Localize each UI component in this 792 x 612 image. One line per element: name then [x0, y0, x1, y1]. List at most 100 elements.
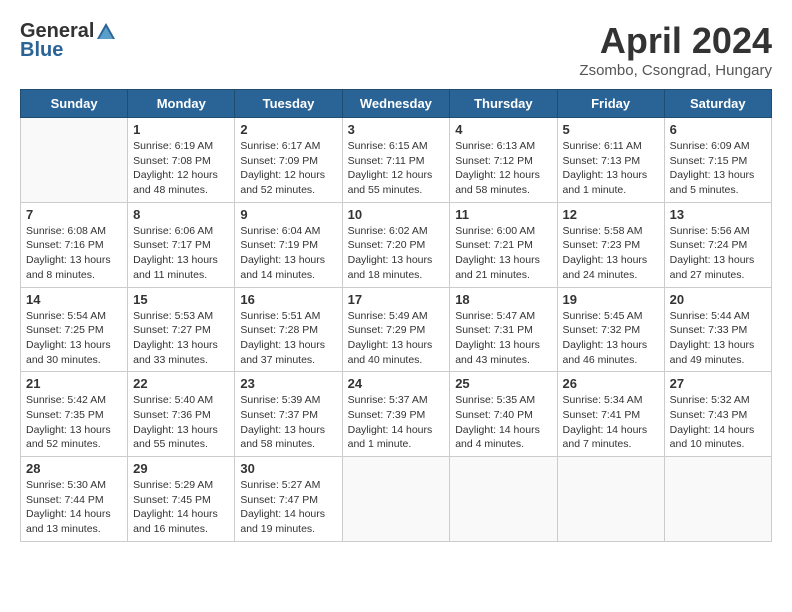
day-info: Sunrise: 5:51 AMSunset: 7:28 PMDaylight:… [240, 309, 336, 368]
day-of-week-header: Tuesday [235, 90, 342, 118]
calendar-cell: 4Sunrise: 6:13 AMSunset: 7:12 PMDaylight… [450, 118, 557, 203]
month-title: April 2024 [579, 20, 772, 62]
day-number: 18 [455, 292, 551, 307]
calendar-cell [664, 457, 771, 542]
calendar-cell: 9 Sunrise: 6:04 AMSunset: 7:19 PMDaylight… [235, 202, 342, 287]
day-number: 6 [670, 122, 766, 137]
day-number: 22 [133, 376, 229, 391]
day-of-week-header: Wednesday [342, 90, 450, 118]
day-info: Sunrise: 6:02 AMSunset: 7:20 PMDaylight:… [348, 224, 445, 283]
calendar-cell: 16 Sunrise: 5:51 AMSunset: 7:28 PMDayligh… [235, 287, 342, 372]
day-info: Sunrise: 5:39 AMSunset: 7:37 PMDaylight:… [240, 393, 336, 452]
logo: General Blue [20, 20, 118, 62]
calendar-week-row: 7Sunrise: 6:08 AMSunset: 7:16 PMDaylight… [21, 202, 772, 287]
day-number: 9 [240, 207, 336, 222]
day-number: 7 [26, 207, 122, 222]
day-info: Sunrise: 5:53 AMSunset: 7:27 PMDaylight:… [133, 309, 229, 368]
calendar-cell: 30Sunrise: 5:27 AMSunset: 7:47 PMDayligh… [235, 457, 342, 542]
day-info: Sunrise: 5:34 AMSunset: 7:41 PMDaylight:… [563, 393, 659, 452]
day-number: 10 [348, 207, 445, 222]
day-info: Sunrise: 6:11 AMSunset: 7:13 PMDaylight:… [563, 139, 659, 198]
day-number: 14 [26, 292, 122, 307]
day-info: Sunrise: 5:35 AMSunset: 7:40 PMDaylight:… [455, 393, 551, 452]
calendar-week-row: 21Sunrise: 5:42 AMSunset: 7:35 PMDayligh… [21, 372, 772, 457]
calendar-cell: 7Sunrise: 6:08 AMSunset: 7:16 PMDaylight… [21, 202, 128, 287]
day-number: 29 [133, 461, 229, 476]
day-info: Sunrise: 6:06 AMSunset: 7:17 PMDaylight:… [133, 224, 229, 283]
calendar-cell: 14 Sunrise: 5:54 AMSunset: 7:25 PMDayligh… [21, 287, 128, 372]
day-info: Sunrise: 5:56 AMSunset: 7:24 PMDaylight:… [670, 224, 766, 283]
logo-icon [95, 21, 117, 43]
day-number: 28 [26, 461, 122, 476]
day-info: Sunrise: 5:54 AMSunset: 7:25 PMDaylight:… [26, 309, 122, 368]
calendar-cell: 20Sunrise: 5:44 AMSunset: 7:33 PMDayligh… [664, 287, 771, 372]
calendar-cell [21, 118, 128, 203]
calendar-cell: 8 Sunrise: 6:06 AMSunset: 7:17 PMDaylight… [128, 202, 235, 287]
day-number: 2 [240, 122, 336, 137]
calendar-header-row: SundayMondayTuesdayWednesdayThursdayFrid… [21, 90, 772, 118]
day-number: 1 [133, 122, 229, 137]
day-number: 13 [670, 207, 766, 222]
day-info: Sunrise: 6:19 AMSunset: 7:08 PMDaylight:… [133, 139, 229, 198]
day-info: Sunrise: 5:58 AMSunset: 7:23 PMDaylight:… [563, 224, 659, 283]
day-info: Sunrise: 5:42 AMSunset: 7:35 PMDaylight:… [26, 393, 122, 452]
day-number: 20 [670, 292, 766, 307]
calendar-cell: 21Sunrise: 5:42 AMSunset: 7:35 PMDayligh… [21, 372, 128, 457]
day-number: 27 [670, 376, 766, 391]
day-info: Sunrise: 5:29 AMSunset: 7:45 PMDaylight:… [133, 478, 229, 537]
day-info: Sunrise: 5:45 AMSunset: 7:32 PMDaylight:… [563, 309, 659, 368]
day-info: Sunrise: 5:49 AMSunset: 7:29 PMDaylight:… [348, 309, 445, 368]
day-info: Sunrise: 6:09 AMSunset: 7:15 PMDaylight:… [670, 139, 766, 198]
calendar-cell: 25Sunrise: 5:35 AMSunset: 7:40 PMDayligh… [450, 372, 557, 457]
day-info: Sunrise: 5:32 AMSunset: 7:43 PMDaylight:… [670, 393, 766, 452]
day-number: 8 [133, 207, 229, 222]
day-number: 4 [455, 122, 551, 137]
day-number: 12 [563, 207, 659, 222]
calendar-table: SundayMondayTuesdayWednesdayThursdayFrid… [20, 89, 772, 542]
calendar-cell: 24 Sunrise: 5:37 AMSunset: 7:39 PMDayligh… [342, 372, 450, 457]
calendar-cell: 10 Sunrise: 6:02 AMSunset: 7:20 PMDayligh… [342, 202, 450, 287]
day-info: Sunrise: 6:17 AMSunset: 7:09 PMDaylight:… [240, 139, 336, 198]
day-number: 16 [240, 292, 336, 307]
day-number: 15 [133, 292, 229, 307]
calendar-cell: 18Sunrise: 5:47 AMSunset: 7:31 PMDayligh… [450, 287, 557, 372]
location: Zsombo, Csongrad, Hungary [579, 62, 772, 79]
title-section: April 2024 Zsombo, Csongrad, Hungary [579, 20, 772, 79]
calendar-week-row: 1 Sunrise: 6:19 AMSunset: 7:08 PMDaylight… [21, 118, 772, 203]
calendar-cell: 6 Sunrise: 6:09 AMSunset: 7:15 PMDaylight… [664, 118, 771, 203]
calendar-cell: 27 Sunrise: 5:32 AMSunset: 7:43 PMDayligh… [664, 372, 771, 457]
calendar-cell: 12 Sunrise: 5:58 AMSunset: 7:23 PMDayligh… [557, 202, 664, 287]
day-number: 26 [563, 376, 659, 391]
calendar-cell: 13 Sunrise: 5:56 AMSunset: 7:24 PMDayligh… [664, 202, 771, 287]
calendar-cell: 15 Sunrise: 5:53 AMSunset: 7:27 PMDayligh… [128, 287, 235, 372]
calendar-cell: 23 Sunrise: 5:39 AMSunset: 7:37 PMDayligh… [235, 372, 342, 457]
day-number: 23 [240, 376, 336, 391]
day-of-week-header: Sunday [21, 90, 128, 118]
calendar-cell: 5 Sunrise: 6:11 AMSunset: 7:13 PMDaylight… [557, 118, 664, 203]
calendar-cell: 26 Sunrise: 5:34 AMSunset: 7:41 PMDayligh… [557, 372, 664, 457]
calendar-cell: 11 Sunrise: 6:00 AMSunset: 7:21 PMDayligh… [450, 202, 557, 287]
day-number: 5 [563, 122, 659, 137]
calendar-cell: 29 Sunrise: 5:29 AMSunset: 7:45 PMDayligh… [128, 457, 235, 542]
calendar-cell [557, 457, 664, 542]
day-of-week-header: Friday [557, 90, 664, 118]
day-number: 11 [455, 207, 551, 222]
calendar-cell: 28Sunrise: 5:30 AMSunset: 7:44 PMDayligh… [21, 457, 128, 542]
day-number: 17 [348, 292, 445, 307]
calendar-cell: 1 Sunrise: 6:19 AMSunset: 7:08 PMDaylight… [128, 118, 235, 203]
day-number: 19 [563, 292, 659, 307]
day-info: Sunrise: 5:27 AMSunset: 7:47 PMDaylight:… [240, 478, 336, 537]
day-of-week-header: Thursday [450, 90, 557, 118]
calendar-cell: 19 Sunrise: 5:45 AMSunset: 7:32 PMDayligh… [557, 287, 664, 372]
day-number: 24 [348, 376, 445, 391]
calendar-cell [450, 457, 557, 542]
day-info: Sunrise: 5:37 AMSunset: 7:39 PMDaylight:… [348, 393, 445, 452]
day-number: 3 [348, 122, 445, 137]
calendar-cell: 3Sunrise: 6:15 AMSunset: 7:11 PMDaylight… [342, 118, 450, 203]
day-info: Sunrise: 6:00 AMSunset: 7:21 PMDaylight:… [455, 224, 551, 283]
calendar-week-row: 14 Sunrise: 5:54 AMSunset: 7:25 PMDayligh… [21, 287, 772, 372]
calendar-cell: 17 Sunrise: 5:49 AMSunset: 7:29 PMDayligh… [342, 287, 450, 372]
calendar-cell: 22 Sunrise: 5:40 AMSunset: 7:36 PMDayligh… [128, 372, 235, 457]
day-info: Sunrise: 6:04 AMSunset: 7:19 PMDaylight:… [240, 224, 336, 283]
day-info: Sunrise: 5:40 AMSunset: 7:36 PMDaylight:… [133, 393, 229, 452]
